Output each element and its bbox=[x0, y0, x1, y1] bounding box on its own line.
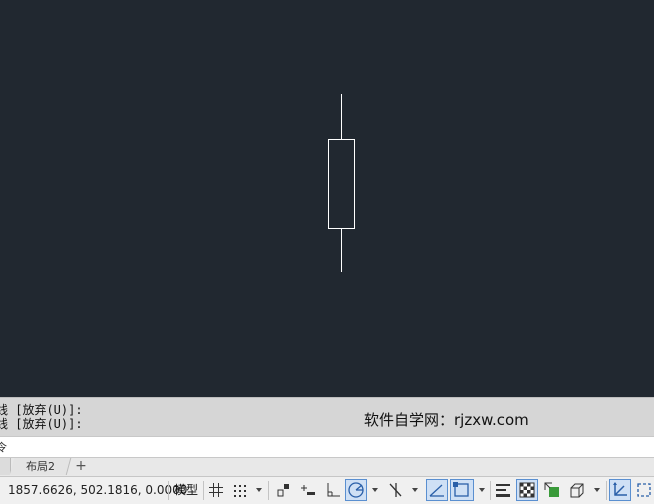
command-prompt: 令 bbox=[0, 441, 7, 454]
command-history: 线 [放弃(U)]: 线 [放弃(U)]: bbox=[0, 397, 654, 437]
dropdown-arrow-icon[interactable] bbox=[476, 480, 488, 500]
object-snap-tracking-icon[interactable] bbox=[426, 479, 448, 501]
ducs-glyph bbox=[613, 482, 627, 496]
watermark-text: 软件自学网：rjzxw.com bbox=[364, 411, 529, 429]
polar-tracking-icon[interactable] bbox=[345, 479, 367, 501]
arrow-glyph bbox=[412, 488, 418, 492]
dropdown-arrow-icon[interactable] bbox=[253, 480, 265, 500]
dropdown-arrow-icon[interactable] bbox=[591, 480, 603, 500]
selection-filter-icon[interactable] bbox=[634, 480, 654, 500]
status-divider bbox=[268, 481, 269, 500]
object-snap-icon[interactable] bbox=[450, 479, 474, 501]
layout-tabs: 布局2 + bbox=[0, 458, 654, 477]
model-space-button[interactable]: 模型 bbox=[171, 480, 201, 500]
status-divider bbox=[606, 481, 607, 500]
arrow-glyph bbox=[372, 488, 378, 492]
snap-grid-icon[interactable] bbox=[230, 480, 250, 500]
arrow-glyph bbox=[594, 488, 600, 492]
3dosnap-glyph bbox=[570, 483, 584, 498]
snap-glyph bbox=[234, 485, 246, 497]
infer-glyph bbox=[277, 484, 289, 497]
dyn-glyph bbox=[301, 485, 315, 495]
command-line[interactable]: 令 bbox=[0, 436, 654, 458]
history-line: 线 [放弃(U)]: bbox=[0, 403, 83, 417]
status-divider bbox=[168, 481, 169, 500]
transparency-icon[interactable] bbox=[516, 479, 538, 501]
selection-cycling-icon[interactable] bbox=[542, 480, 562, 500]
dynamic-ucs-icon[interactable] bbox=[609, 479, 631, 501]
polar-glyph bbox=[348, 482, 364, 498]
lineweight-icon[interactable] bbox=[493, 480, 513, 500]
otrack-glyph bbox=[429, 484, 444, 497]
ortho-glyph bbox=[327, 483, 340, 497]
transparency-glyph bbox=[519, 482, 535, 498]
drawing-svg bbox=[328, 94, 355, 272]
dynamic-input-icon[interactable] bbox=[298, 480, 318, 500]
lw-glyph bbox=[496, 484, 510, 497]
status-bar: 1857.6626, 502.1816, 0.0000 模型 bbox=[0, 477, 654, 504]
history-line: 线 [放弃(U)]: bbox=[0, 417, 83, 431]
filter-glyph bbox=[637, 483, 651, 497]
osnap-glyph bbox=[453, 482, 469, 497]
infer-constraints-icon[interactable] bbox=[273, 480, 293, 500]
ortho-icon[interactable] bbox=[323, 480, 343, 500]
iso-glyph bbox=[389, 483, 402, 497]
grid-glyph bbox=[209, 483, 223, 497]
arrow-glyph bbox=[256, 488, 262, 492]
status-divider bbox=[490, 481, 491, 500]
arrow-glyph bbox=[479, 488, 485, 492]
add-layout-button[interactable]: + bbox=[72, 458, 90, 475]
drawn-rectangle[interactable] bbox=[328, 139, 355, 229]
cycle-glyph bbox=[544, 482, 559, 497]
tab-layout2-label: 布局2 bbox=[25, 460, 55, 473]
coordinates-readout: 1857.6626, 502.1816, 0.0000 bbox=[8, 483, 188, 497]
3d-object-snap-icon[interactable] bbox=[567, 480, 587, 500]
status-divider bbox=[203, 481, 204, 500]
dropdown-arrow-icon[interactable] bbox=[409, 480, 421, 500]
drawing-canvas[interactable] bbox=[0, 0, 654, 397]
dropdown-arrow-icon[interactable] bbox=[369, 480, 381, 500]
isodraft-icon[interactable] bbox=[386, 480, 406, 500]
tab-layout2[interactable]: 布局2 bbox=[9, 458, 72, 475]
grid-icon[interactable] bbox=[206, 480, 226, 500]
